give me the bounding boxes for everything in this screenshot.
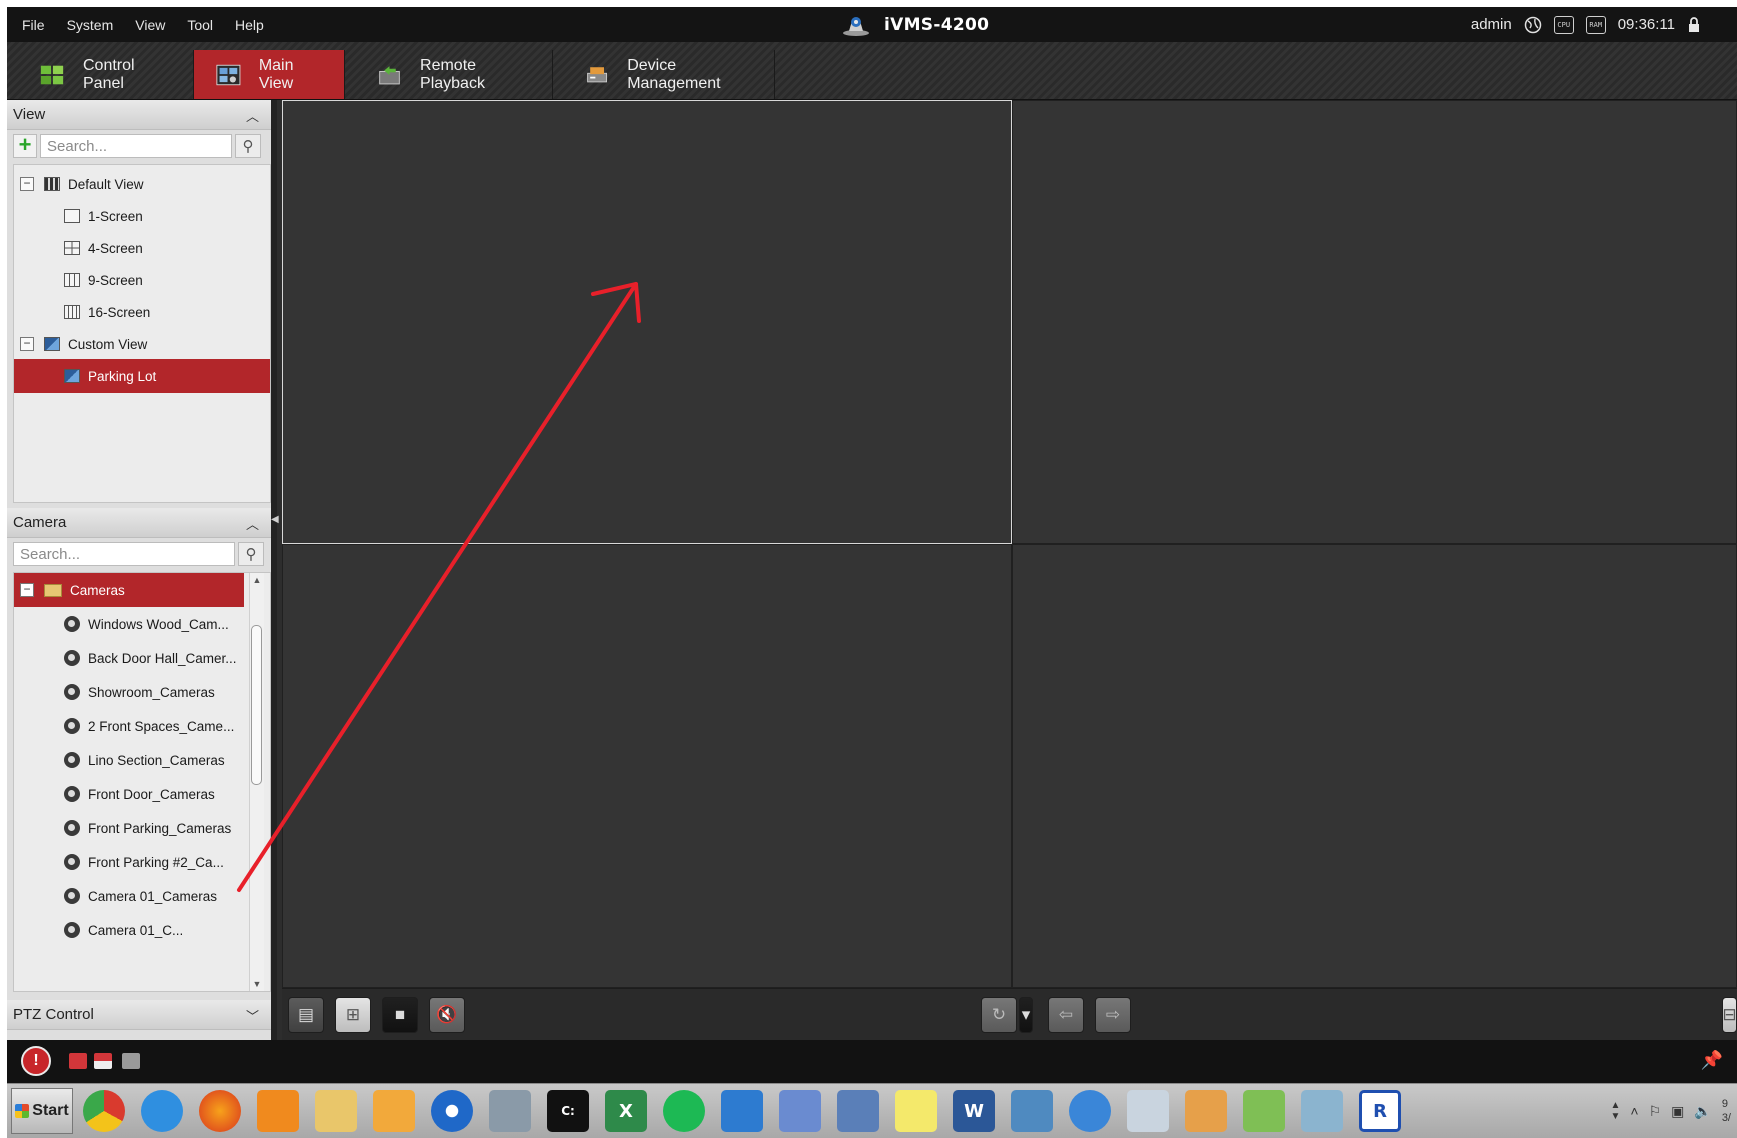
ivms-window: File System View Tool Help iVMS-4200 adm… [7, 7, 1737, 1083]
spotify-icon[interactable] [663, 1090, 705, 1132]
excel-icon[interactable]: X [605, 1090, 647, 1132]
word-icon[interactable]: W [953, 1090, 995, 1132]
tray-clock[interactable]: 9 3/ [1722, 1097, 1731, 1125]
system-tray: ▲ ▼ ˄ ⚐ ▣ 🔈 9 3/ [1610, 1088, 1731, 1134]
outlook-icon[interactable] [373, 1090, 415, 1132]
tray-scroll-icon[interactable]: ▲ ▼ [1610, 1100, 1620, 1122]
firefox-icon[interactable] [199, 1090, 241, 1132]
volume-icon[interactable]: 🔈 [1694, 1103, 1711, 1120]
notepad-icon[interactable] [1243, 1090, 1285, 1132]
show-hidden-icon[interactable]: ˄ [1630, 1103, 1638, 1119]
chrome-icon[interactable] [83, 1090, 125, 1132]
ivms-icon[interactable] [431, 1090, 473, 1132]
remote-desktop-icon[interactable] [837, 1090, 879, 1132]
photo-viewer-icon[interactable] [1011, 1090, 1053, 1132]
start-button[interactable]: Start [11, 1088, 73, 1134]
secure-quick-icon[interactable] [489, 1090, 531, 1132]
magnifier-icon[interactable] [1069, 1090, 1111, 1132]
cmd-icon[interactable]: C: [547, 1090, 589, 1132]
flag-icon[interactable]: ⚐ [1649, 1103, 1662, 1120]
ie-icon[interactable] [141, 1090, 183, 1132]
paint-icon[interactable] [1185, 1090, 1227, 1132]
tray-time: 9 [1721, 1098, 1728, 1110]
teamviewer-icon[interactable] [721, 1090, 763, 1132]
media-player-icon[interactable] [257, 1090, 299, 1132]
windows-taskbar: Start C: X W R ▲ ▼ ˄ ⚐ ▣ 🔈 9 3/ [7, 1083, 1737, 1138]
start-label: Start [32, 1102, 69, 1119]
sticky-notes-icon[interactable] [895, 1090, 937, 1132]
calculator-icon[interactable] [1127, 1090, 1169, 1132]
r-icon[interactable]: R [1359, 1090, 1401, 1132]
annotation-arrow [237, 282, 641, 892]
network-tray-icon[interactable]: ▣ [1671, 1103, 1684, 1120]
network-icon[interactable] [779, 1090, 821, 1132]
tray-date: 3/ [1721, 1112, 1731, 1124]
windows-logo-icon [15, 1104, 30, 1118]
eraser-icon[interactable] [1301, 1090, 1343, 1132]
file-explorer-icon[interactable] [315, 1090, 357, 1132]
